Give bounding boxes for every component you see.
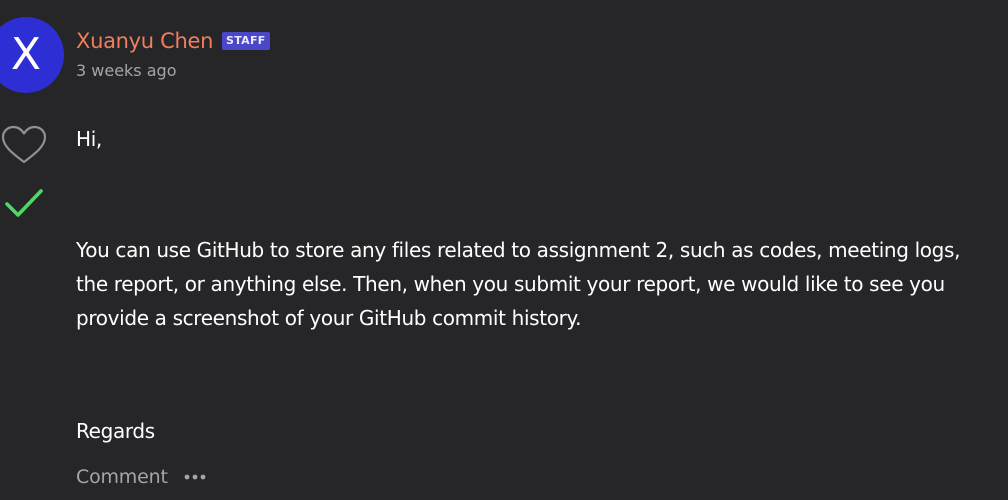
post-body: You can use GitHub to store any files re…: [76, 238, 961, 330]
post-actions: Comment: [76, 463, 208, 491]
more-options-button[interactable]: [184, 463, 208, 491]
ellipsis-icon: [184, 474, 206, 480]
avatar[interactable]: X: [0, 17, 64, 93]
post-signoff: Regards: [76, 419, 155, 443]
post-greeting: Hi,: [76, 127, 102, 151]
comment-button[interactable]: Comment: [76, 463, 168, 491]
like-button[interactable]: [0, 124, 48, 166]
checkmark-icon: [5, 189, 43, 217]
staff-badge: STAFF: [222, 32, 270, 50]
avatar-initial: X: [10, 29, 42, 80]
heart-outline-icon: [1, 125, 47, 164]
post-timestamp: 3 weeks ago: [76, 61, 177, 80]
answered-check: [3, 186, 45, 220]
author-name[interactable]: Xuanyu Chen: [76, 27, 214, 55]
post-card: X Xuanyu Chen STAFF 3 weeks ago Hi, You …: [0, 0, 1008, 500]
